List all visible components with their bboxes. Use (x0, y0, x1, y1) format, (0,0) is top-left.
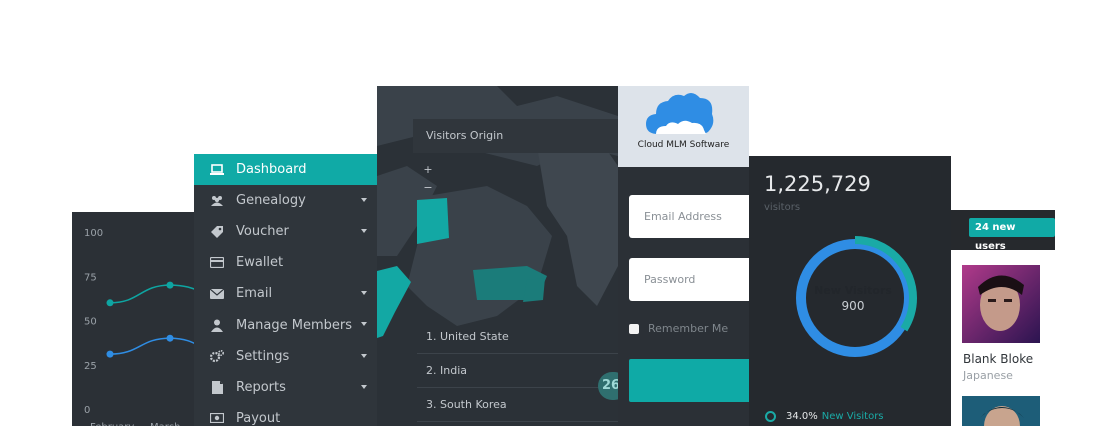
new-users-badge: 24 new users (969, 218, 1055, 252)
data-point[interactable] (106, 299, 114, 307)
login-panel: Cloud MLM Software Remember Me (618, 86, 749, 426)
new-users-panel: 24 new users Blank Bloke Japanese (951, 210, 1055, 426)
chevron-down-icon[interactable] (361, 322, 367, 327)
user-name[interactable]: Blank Bloke (963, 352, 1033, 366)
donut-value: 900 (841, 299, 865, 313)
chevron-down-icon[interactable] (361, 384, 367, 389)
chevron-down-icon[interactable] (361, 198, 367, 203)
users-header: 24 new users (951, 210, 1055, 252)
series-line-0 (109, 284, 202, 304)
chevron-down-icon[interactable] (361, 353, 367, 358)
line-chart-panel: 100 75 50 25 0 February March (72, 212, 202, 426)
data-point[interactable] (166, 281, 174, 289)
user-location: Japanese (963, 369, 1013, 382)
data-point[interactable] (166, 334, 174, 342)
sidebar-item-label: Settings (236, 348, 290, 364)
envelope-icon (210, 287, 224, 301)
cogs-icon (210, 349, 224, 363)
sidebar-item-label: Ewallet (236, 255, 284, 271)
login-button[interactable] (629, 359, 749, 402)
y-tick-label: 25 (84, 361, 97, 372)
visitors-donut-chart (793, 236, 917, 360)
map-card-title: Visitors Origin (413, 119, 618, 153)
sidebar-item-manage-members[interactable]: Manage Members (194, 309, 377, 340)
avatar[interactable] (962, 396, 1040, 426)
line-chart: 100 75 50 25 0 February March (84, 228, 202, 426)
legend-percent: 34.0% (786, 411, 818, 422)
sidebar-item-settings[interactable]: Settings (194, 341, 377, 372)
x-tick-label: March (150, 422, 180, 426)
cloud-icon (646, 92, 714, 134)
chevron-down-icon[interactable] (361, 229, 367, 234)
sidebar-item-genealogy[interactable]: Genealogy (194, 185, 377, 216)
laptop-icon (210, 163, 224, 177)
avatar[interactable] (962, 265, 1040, 343)
donut-legend: 34.0% New Visitors (765, 411, 884, 422)
sidebar-item-reports[interactable]: Reports (194, 372, 377, 403)
y-tick-label: 50 (84, 317, 97, 328)
file-icon (210, 380, 224, 394)
country-list: 1. United State 2. India 3. South Korea (417, 320, 618, 422)
visitors-label: visitors (764, 202, 801, 213)
user-icon (210, 318, 224, 332)
brand-name: Cloud MLM Software (637, 140, 730, 150)
data-point[interactable] (106, 350, 114, 358)
count-badge: 26 (598, 372, 618, 400)
credit-card-icon (210, 256, 224, 270)
y-tick-label: 75 (84, 272, 97, 283)
visitors-map-panel: Visitors Origin + − 1. United State 2. I… (377, 86, 618, 426)
sidebar-item-label: Reports (236, 379, 286, 395)
sidebar-item-label: Dashboard (236, 162, 307, 178)
remember-me-label: Remember Me (648, 322, 729, 335)
sidebar-item-label: Manage Members (236, 317, 353, 333)
sidebar-item-label: Payout (236, 410, 281, 426)
chevron-down-icon[interactable] (361, 291, 367, 296)
y-tick-label: 0 (84, 405, 90, 416)
sidebar-item-label: Genealogy (236, 193, 306, 209)
zoom-out-button[interactable]: − (421, 181, 435, 195)
money-icon (210, 411, 224, 425)
sidebar-item-label: Email (236, 286, 273, 302)
series-line-1 (109, 337, 202, 355)
tag-icon (210, 225, 224, 239)
zoom-in-button[interactable]: + (421, 163, 435, 177)
list-item: 2. India (417, 354, 618, 388)
brand-logo: Cloud MLM Software (618, 86, 749, 167)
visitors-panel: 1,225,729 visitors New Visitors 900 34.0… (749, 156, 951, 426)
x-tick-label: February (90, 422, 134, 426)
email-field[interactable] (629, 195, 749, 238)
users-icon (210, 194, 224, 208)
sidebar-item-dashboard[interactable]: Dashboard (194, 154, 377, 186)
list-item: 1. United State (417, 320, 618, 354)
visitors-count: 1,225,729 (764, 172, 871, 196)
sidebar-item-email[interactable]: Email (194, 278, 377, 309)
legend-dot-icon (765, 411, 776, 422)
sidebar-nav: Dashboard Genealogy Voucher Ewallet Emai… (194, 154, 377, 426)
sidebar-item-voucher[interactable]: Voucher (194, 216, 377, 247)
sidebar-item-label: Voucher (236, 224, 289, 240)
password-field[interactable] (629, 258, 749, 301)
sidebar-item-ewallet[interactable]: Ewallet (194, 247, 377, 278)
legend-name: New Visitors (821, 411, 884, 422)
donut-returning-arc (796, 239, 914, 357)
list-item: 3. South Korea (417, 388, 618, 422)
donut-title: New Visitors (814, 284, 892, 297)
sidebar-item-payout[interactable]: Payout (194, 403, 377, 426)
y-tick-label: 100 (84, 228, 103, 239)
remember-me-checkbox[interactable] (629, 324, 639, 334)
